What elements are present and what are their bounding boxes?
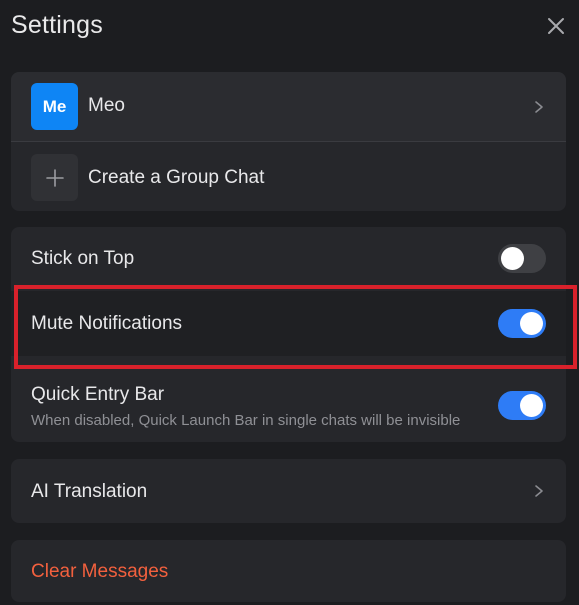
quick-entry-bar-row: Quick Entry Bar When disabled, Quick Lau…: [11, 357, 566, 442]
user-row[interactable]: Me Meo: [11, 72, 566, 141]
create-group-chat-button[interactable]: Create a Group Chat: [11, 142, 566, 211]
create-group-chat-label: Create a Group Chat: [88, 167, 265, 188]
quick-entry-bar-description: When disabled, Quick Launch Bar in singl…: [31, 412, 461, 429]
settings-panel: Settings Me Meo Create a Group Chat Stic…: [0, 0, 579, 605]
mute-notifications-label: Mute Notifications: [31, 313, 183, 334]
mute-notifications-row: Mute Notifications: [11, 291, 566, 356]
mute-notifications-toggle[interactable]: [498, 309, 546, 338]
profile-card: Me Meo Create a Group Chat: [11, 72, 566, 211]
toggle-knob: [520, 394, 543, 417]
chevron-right-icon: [535, 485, 543, 497]
clear-messages-row: Clear Messages: [11, 540, 566, 602]
page-title: Settings: [11, 11, 103, 39]
clear-messages-button[interactable]: Clear Messages: [31, 561, 168, 583]
ai-translation-label: AI Translation: [31, 481, 148, 502]
quick-entry-bar-label: Quick Entry Bar: [31, 384, 165, 405]
options-card: Stick on Top Mute Notifications Quick En…: [11, 227, 566, 442]
plus-icon: [45, 168, 64, 187]
ai-translation-row[interactable]: AI Translation: [11, 459, 566, 523]
chevron-right-icon: [535, 101, 543, 113]
stick-on-top-label: Stick on Top: [31, 248, 135, 269]
quick-entry-bar-toggle[interactable]: [498, 391, 546, 420]
toggle-knob: [520, 312, 543, 335]
stick-on-top-row: Stick on Top: [11, 227, 566, 290]
stick-on-top-toggle[interactable]: [498, 244, 546, 273]
header: Settings: [0, 0, 579, 56]
close-icon[interactable]: [544, 14, 568, 38]
user-name: Meo: [88, 95, 125, 116]
toggle-knob: [501, 247, 524, 270]
avatar: Me: [31, 83, 78, 130]
add-member-box: [31, 154, 78, 201]
